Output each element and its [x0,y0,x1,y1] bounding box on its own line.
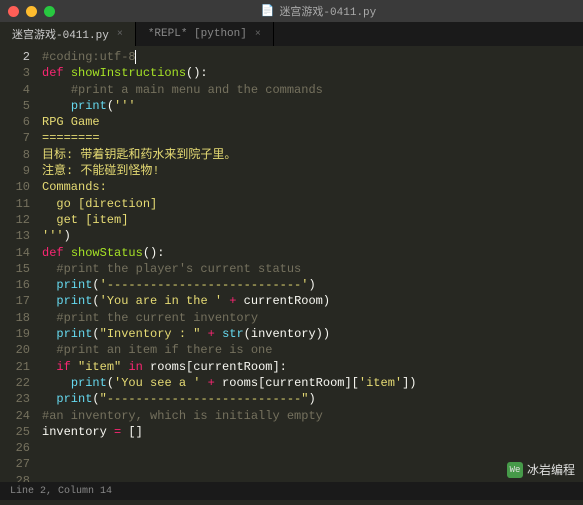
wechat-icon: We [507,462,523,478]
window-title-text: 迷宫游戏-0411.py [279,3,376,19]
maximize-traffic-light[interactable] [44,6,55,17]
tab[interactable]: 迷宫游戏-0411.py × [0,22,136,46]
close-traffic-light[interactable] [8,6,19,17]
code-area[interactable]: #coding:utf-8def showInstructions(): #pr… [38,46,583,482]
tab-label: *REPL* [python] [148,28,247,40]
editor[interactable]: 2345678910111213141516171819202122232425… [0,46,583,482]
close-icon[interactable]: × [117,29,123,40]
window-title: 📄 迷宫游戏-0411.py [62,3,575,19]
minimize-traffic-light[interactable] [26,6,37,17]
status-bar: Line 2, Column 14 [0,482,583,500]
file-icon: 📄 [261,4,275,18]
line-gutter: 2345678910111213141516171819202122232425… [0,46,38,482]
close-icon[interactable]: × [255,29,261,40]
watermark-text: 冰岩编程 [527,461,575,478]
watermark: We 冰岩编程 [507,461,575,478]
title-bar: 📄 迷宫游戏-0411.py [0,0,583,22]
cursor-position: Line 2, Column 14 [10,486,112,497]
tab[interactable]: *REPL* [python] × [136,22,274,46]
tab-bar: 迷宫游戏-0411.py × *REPL* [python] × [0,22,583,46]
tab-label: 迷宫游戏-0411.py [12,26,109,42]
